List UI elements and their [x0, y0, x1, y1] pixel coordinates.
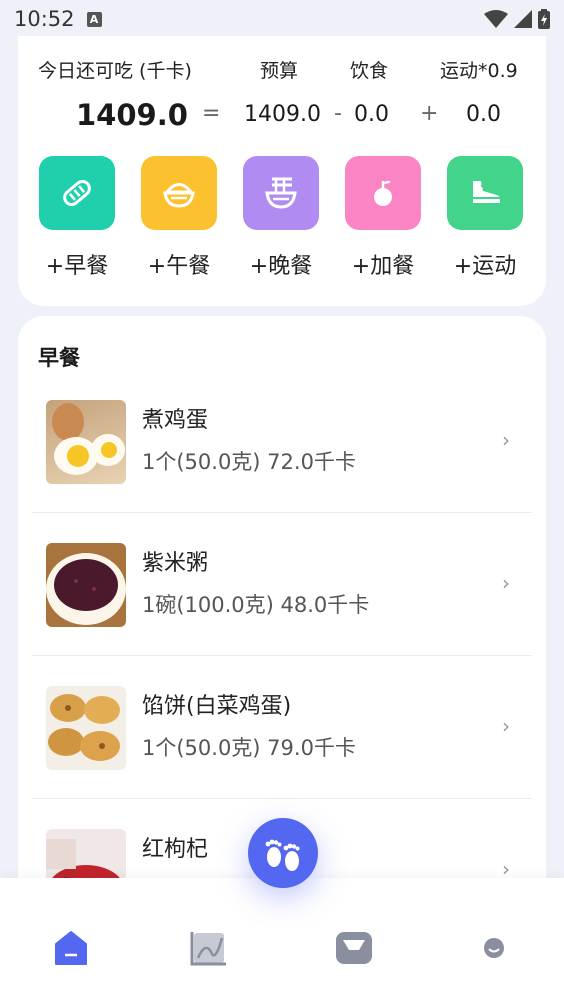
breakfast-tile[interactable]: [39, 156, 115, 230]
budget-value: 1409.0: [244, 102, 321, 127]
food-name: 紫米粥: [142, 551, 209, 576]
breakfast-label: +早餐: [45, 254, 109, 279]
exercise-tile[interactable]: [447, 156, 523, 230]
add-snack-button[interactable]: +加餐: [344, 156, 422, 280]
rice-bowl-icon: [163, 183, 195, 208]
tab-profile[interactable]: [474, 928, 514, 968]
remaining-calories: 1409.0: [76, 98, 188, 132]
food-item-row[interactable]: 煮鸡蛋 1个(50.0克) 72.0千卡 ›: [32, 370, 532, 513]
home-icon: [55, 931, 87, 965]
meal-buttons: +早餐 +午餐 +晚餐 +加餐 +运动: [38, 156, 526, 286]
status-bar: 10:52 A: [0, 0, 564, 38]
footprints-icon: [265, 839, 300, 871]
dinner-tile[interactable]: [243, 156, 319, 230]
add-lunch-button[interactable]: +午餐: [140, 156, 218, 280]
add-dinner-button[interactable]: +晚餐: [242, 156, 320, 280]
tab-statistics[interactable]: [189, 928, 229, 968]
plus-sign: +: [420, 101, 439, 126]
remaining-label: 今日还可吃 (千卡): [38, 60, 192, 82]
scale-icon: [336, 932, 372, 964]
minus-sign: -: [334, 101, 342, 126]
purple-rice-porridge-image: [46, 543, 126, 627]
stuffed-pancake-image: [46, 686, 126, 770]
lunch-label: +午餐: [147, 254, 211, 279]
sneaker-icon: [473, 181, 500, 203]
food-item-row[interactable]: 紫米粥 1碗(100.0克) 48.0千卡 ›: [32, 513, 532, 656]
food-item-row[interactable]: 馅饼(白菜鸡蛋) 1个(50.0克) 79.0千卡 ›: [32, 656, 532, 799]
dinner-label: +晚餐: [249, 254, 313, 279]
exercise-label: 运动*0.9: [440, 60, 518, 82]
snack-label: +加餐: [351, 254, 415, 279]
profile-icon: [484, 938, 504, 958]
meal-section-title: 早餐: [38, 346, 80, 370]
status-icons: [484, 9, 550, 29]
signal-icon: [514, 10, 532, 28]
calorie-summary-card: 今日还可吃 (千卡) 预算 饮食 运动*0.9 1409.0 = 1409.0 …: [18, 36, 546, 306]
chevron-right-icon: ›: [502, 571, 510, 595]
bottom-tab-bar: [0, 878, 564, 1004]
food-name: 红枸杞: [142, 837, 209, 862]
lunch-tile[interactable]: [141, 156, 217, 230]
add-exercise-button[interactable]: +运动: [446, 156, 524, 280]
food-detail: 1碗(100.0克) 48.0千卡: [142, 593, 370, 617]
chart-icon: [190, 932, 226, 966]
status-time: 10:52: [14, 7, 75, 31]
food-name: 馅饼(白菜鸡蛋): [142, 694, 292, 719]
tab-weight[interactable]: [334, 928, 374, 968]
food-detail: 1个(50.0克) 79.0千卡: [142, 736, 356, 760]
chevron-right-icon: ›: [502, 714, 510, 738]
snack-tile[interactable]: [345, 156, 421, 230]
battery-icon: [538, 9, 550, 29]
budget-label: 预算: [260, 60, 299, 82]
diet-value: 0.0: [354, 102, 389, 127]
equals-sign: =: [202, 101, 221, 126]
summary-values: 1409.0 = 1409.0 - 0.0 + 0.0: [38, 98, 526, 138]
bread-icon: [63, 180, 91, 206]
add-breakfast-button[interactable]: +早餐: [38, 156, 116, 280]
food-name: 煮鸡蛋: [142, 408, 209, 433]
tab-home[interactable]: [51, 928, 91, 968]
food-detail: 1个(50.0克) 72.0千卡: [142, 450, 356, 474]
wifi-icon: [484, 10, 508, 28]
noodle-bowl-icon: [265, 177, 297, 209]
chevron-right-icon: ›: [502, 428, 510, 452]
step-counter-button[interactable]: [248, 818, 318, 888]
diet-label: 饮食: [350, 60, 389, 82]
exercise-value: 0.0: [466, 102, 501, 127]
notification-icon: A: [86, 11, 102, 27]
exercise-label: +运动: [453, 254, 517, 279]
fruit-icon: [374, 180, 392, 206]
boiled-egg-image: [46, 400, 126, 484]
